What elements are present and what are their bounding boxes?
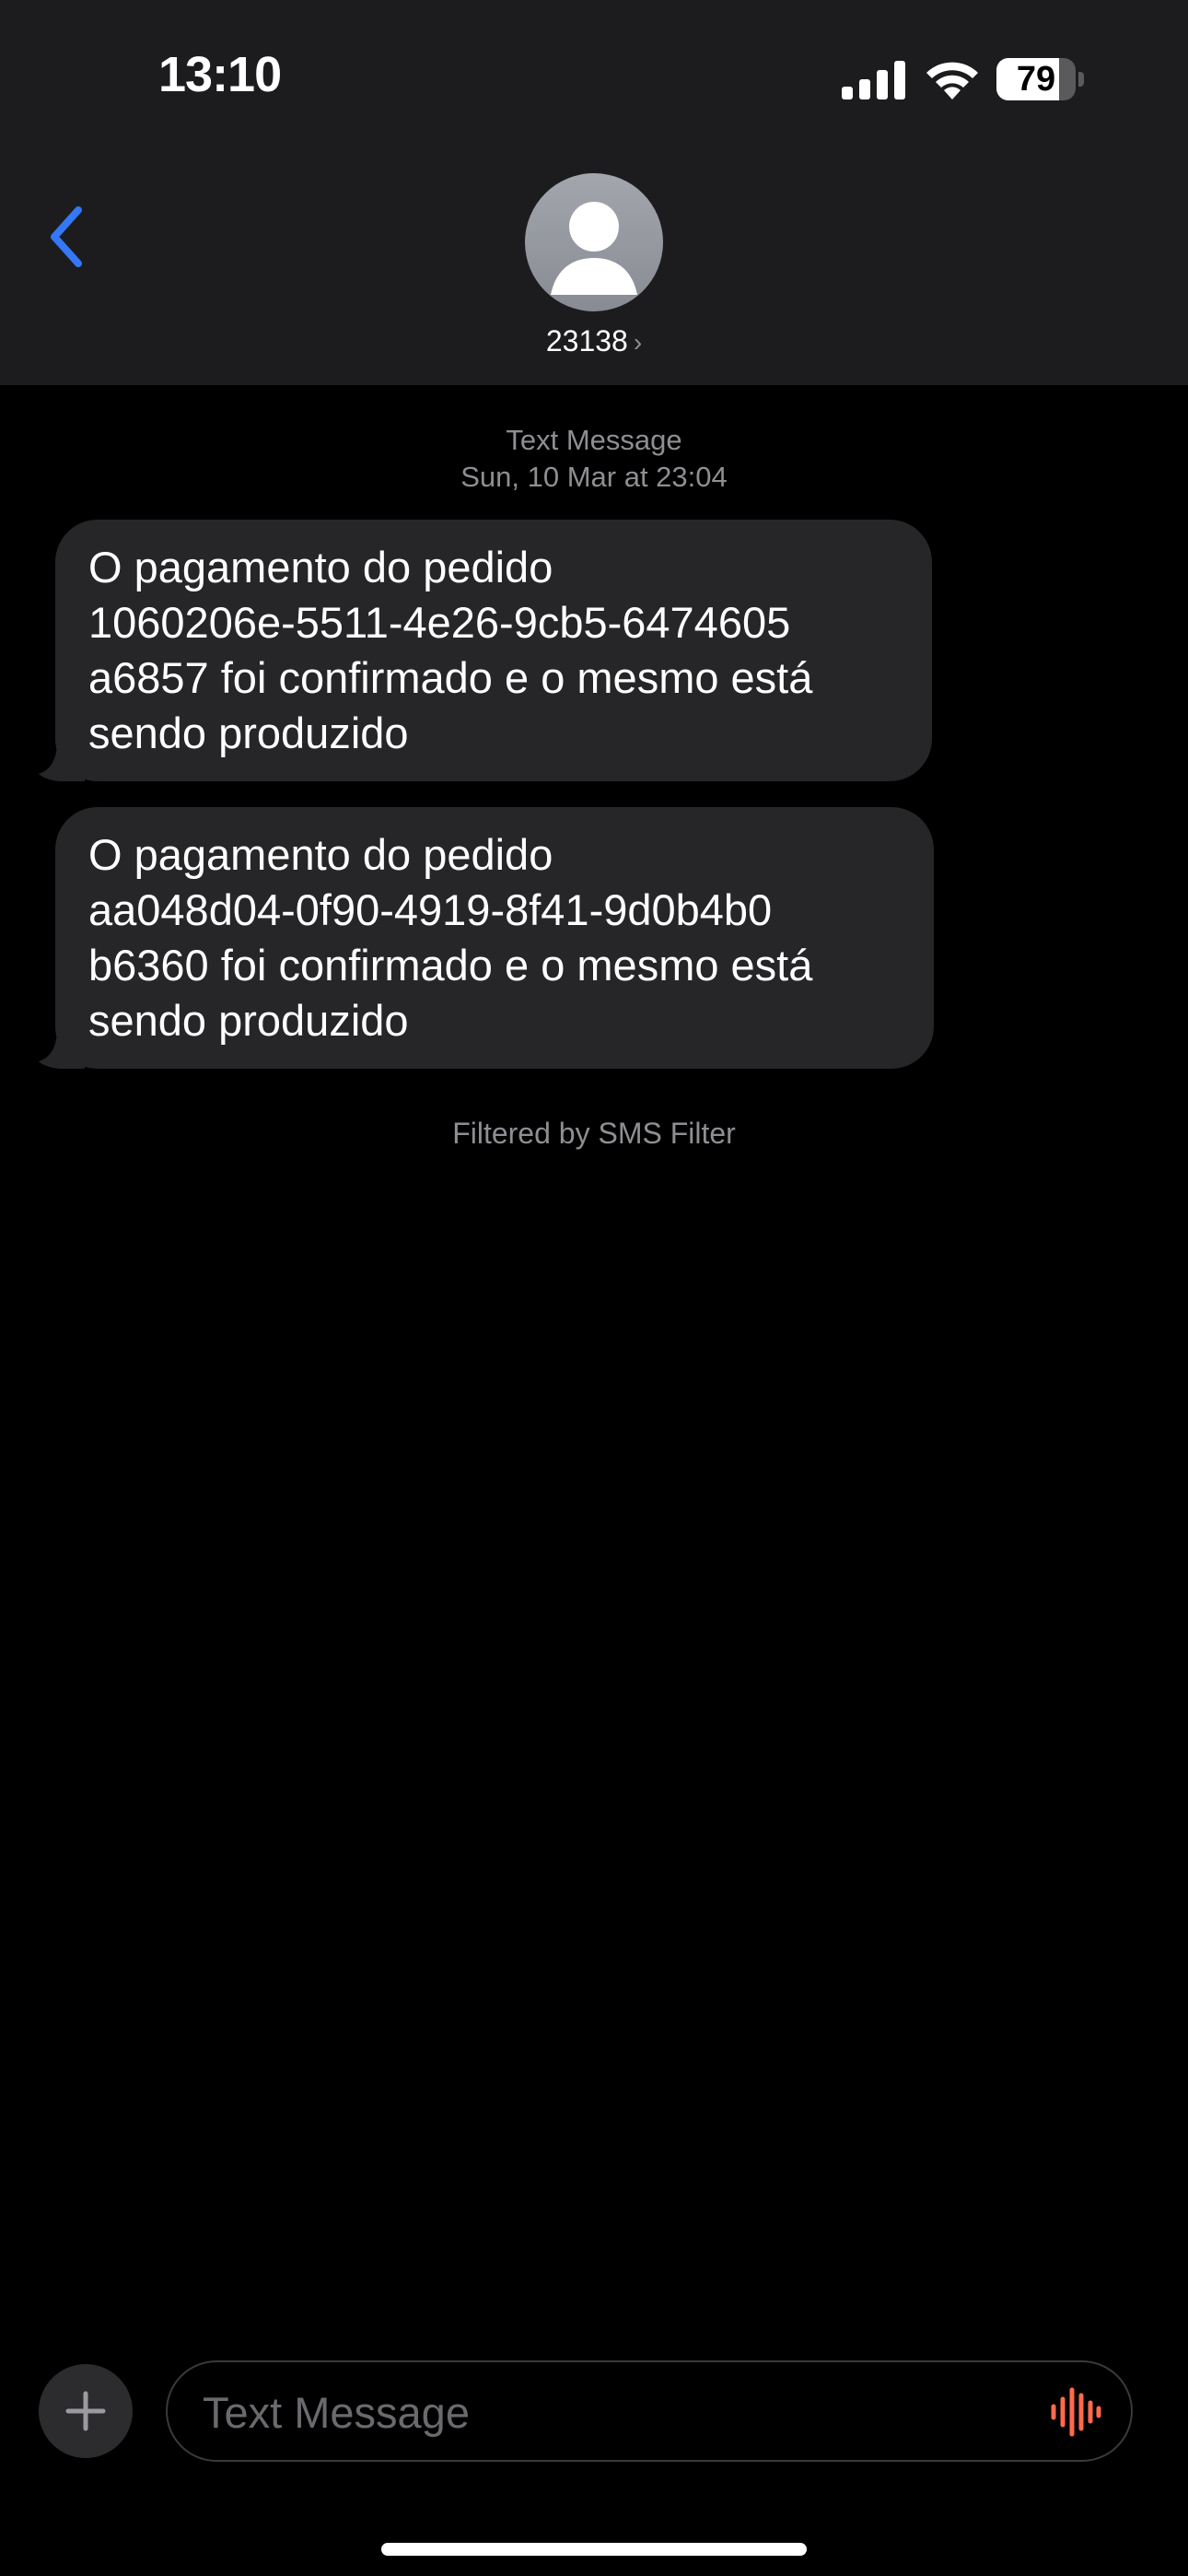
wifi-icon bbox=[926, 62, 978, 100]
chevron-left-icon bbox=[51, 206, 82, 267]
message-line: b6360 foi confirmado e o mesmo está bbox=[88, 941, 813, 989]
battery-icon: 79 bbox=[996, 58, 1085, 100]
message-bubble[interactable]: O pagamento do pedido 1060206e-5511-4e26… bbox=[39, 520, 932, 781]
chevron-right-icon: › bbox=[633, 328, 643, 357]
home-indicator[interactable] bbox=[381, 2543, 807, 2556]
person-silhouette-icon bbox=[551, 202, 637, 295]
message-line: O pagamento do pedido bbox=[88, 830, 553, 879]
date-label: Sun, 10 Mar at 23:04 bbox=[460, 461, 728, 493]
status-time: 13:10 bbox=[158, 47, 282, 102]
contact-name-button[interactable]: 23138 › bbox=[0, 324, 1188, 358]
message-line: a6857 foi confirmado e o mesmo está bbox=[88, 653, 813, 702]
audio-waveform-icon[interactable] bbox=[1048, 2386, 1103, 2438]
conversation-timestamp: Text Message Sun, 10 Mar at 23:04 bbox=[0, 422, 1188, 496]
contact-avatar[interactable] bbox=[525, 173, 663, 311]
bubble-tail bbox=[39, 1028, 85, 1069]
conversation-header: 13:10 79 23138 › bbox=[0, 0, 1188, 385]
back-button[interactable] bbox=[33, 195, 98, 278]
service-label: Text Message bbox=[506, 424, 682, 456]
add-attachment-button[interactable] bbox=[39, 2364, 133, 2458]
message-line: aa048d04-0f90-4919-8f41-9d0b4b0 bbox=[88, 885, 773, 934]
filter-note: Filtered by SMS Filter bbox=[452, 1117, 736, 1150]
contact-name: 23138 bbox=[545, 324, 628, 357]
cellular-signal-icon bbox=[842, 61, 905, 100]
bubble-tail bbox=[39, 741, 85, 781]
message-input-container bbox=[166, 2360, 1133, 2462]
plus-icon bbox=[65, 2391, 106, 2431]
message-bubble[interactable]: O pagamento do pedido aa048d04-0f90-4919… bbox=[39, 807, 934, 1069]
message-line: 1060206e-5511-4e26-9cb5-6474605 bbox=[88, 598, 791, 647]
battery-level: 79 bbox=[1016, 60, 1056, 99]
message-line: O pagamento do pedido bbox=[88, 543, 553, 591]
message-line: sendo produzido bbox=[88, 996, 409, 1045]
message-line: sendo produzido bbox=[88, 708, 409, 757]
message-input[interactable] bbox=[201, 2362, 996, 2462]
